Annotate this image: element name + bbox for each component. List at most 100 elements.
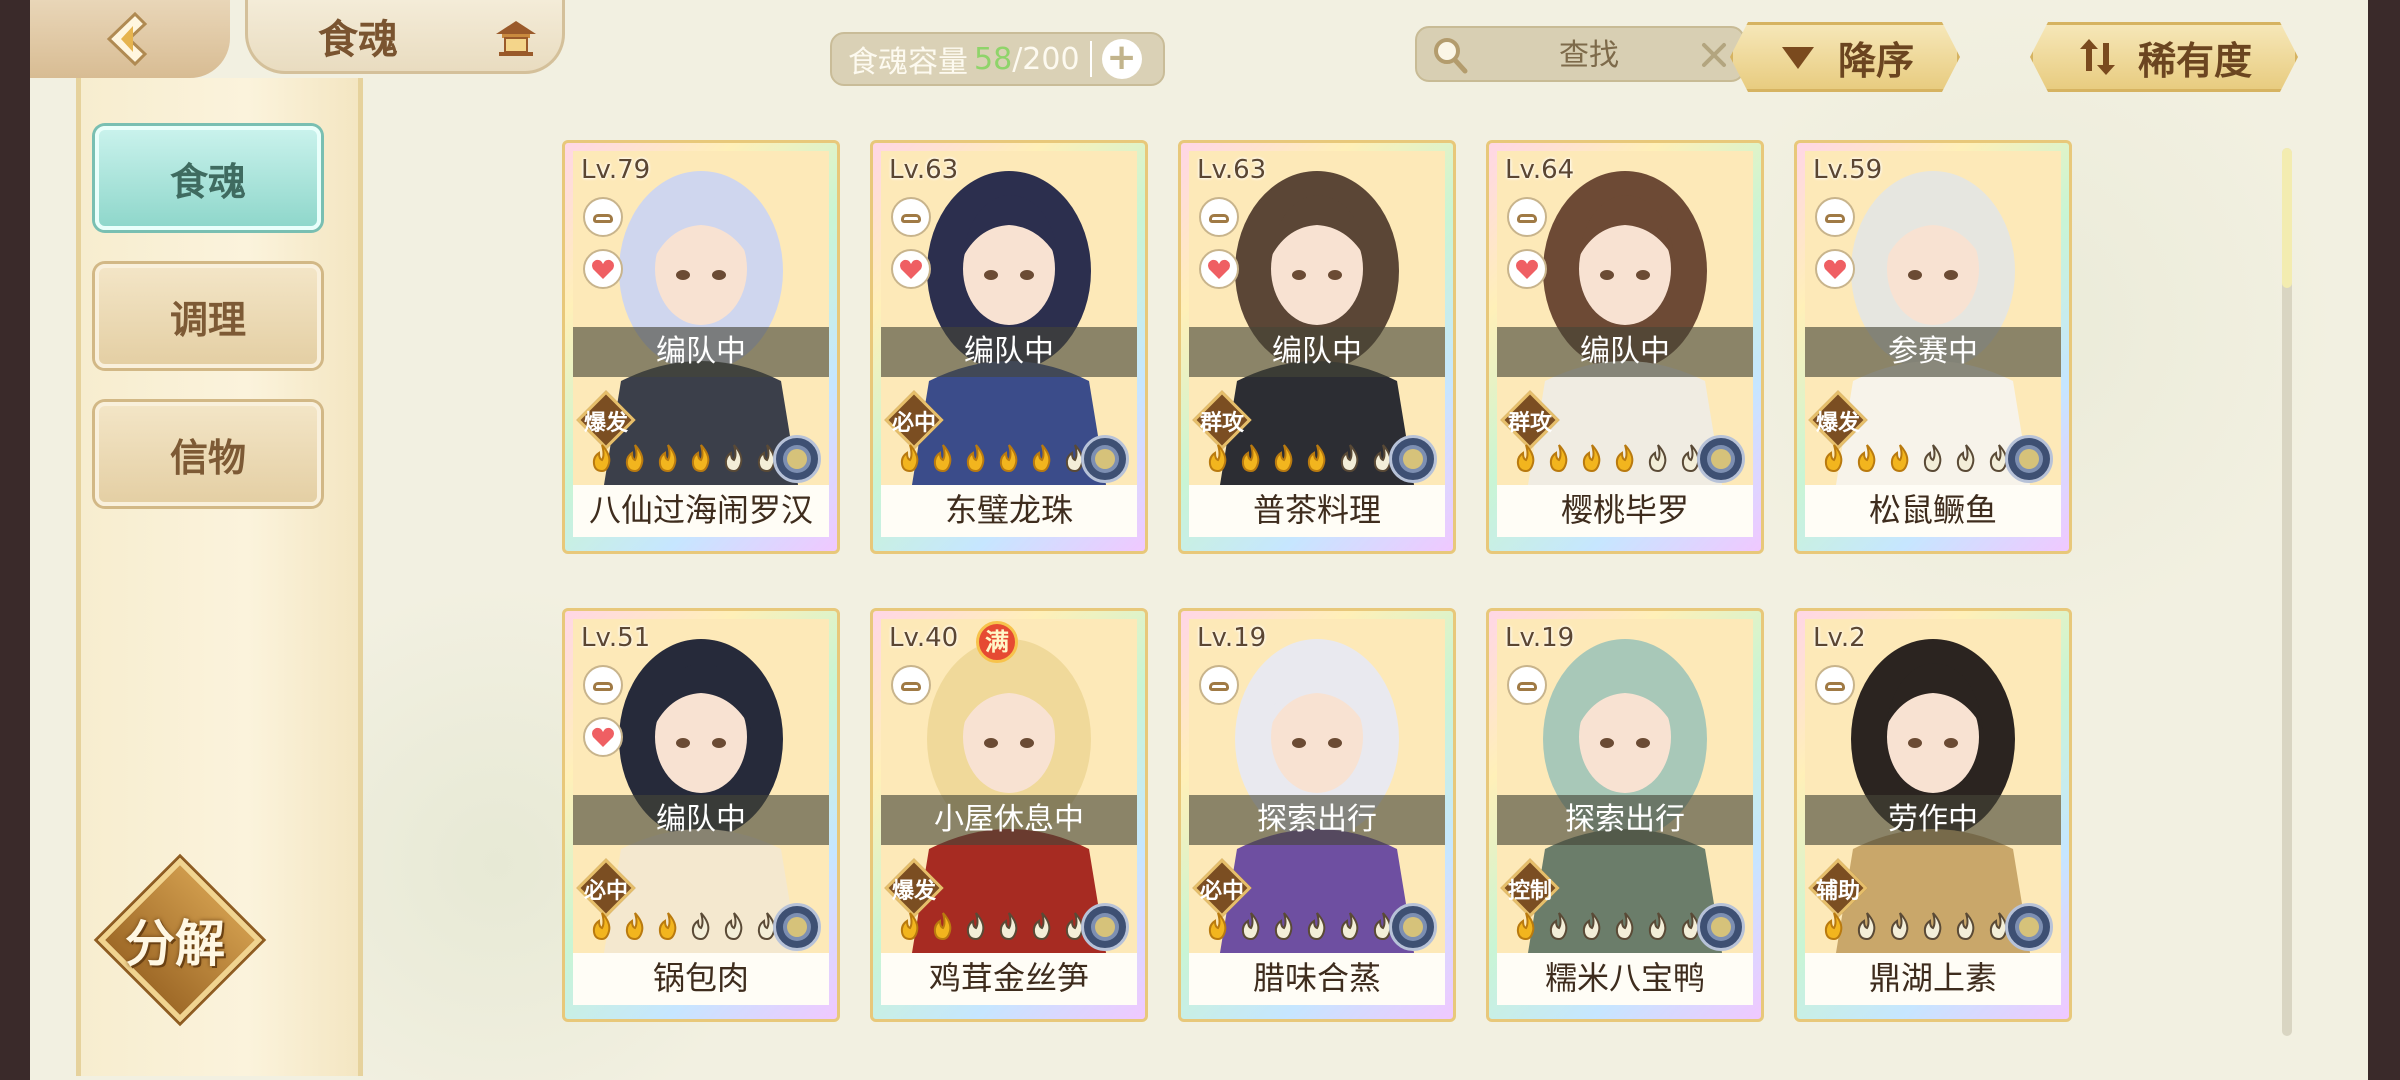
rarity-sort-button[interactable]: 稀有度 bbox=[2030, 22, 2298, 92]
game-screen: 食魂 食魂容量 58 /200 + 降序 bbox=[30, 0, 2368, 1080]
flame-star-empty-icon bbox=[1890, 912, 1909, 941]
card-name: 锅包肉 bbox=[573, 953, 829, 1005]
favorite-heart-icon[interactable] bbox=[1199, 249, 1239, 289]
role-tag-label: 爆发 bbox=[1815, 411, 1860, 436]
flame-star-lit-icon bbox=[900, 912, 919, 941]
star-flames bbox=[1819, 443, 2014, 473]
flame-star-empty-icon bbox=[1241, 912, 1260, 941]
food-soul-card[interactable]: Lv.64 编队中 群攻 樱桃毕罗 bbox=[1486, 140, 1764, 554]
element-emblem-icon bbox=[773, 903, 821, 951]
card-level: Lv.59 bbox=[1813, 155, 1883, 185]
lock-icon[interactable] bbox=[1507, 665, 1547, 705]
card-art: Lv.2 劳作中 辅助 bbox=[1805, 619, 2061, 959]
food-soul-card[interactable]: Lv.79 编队中 爆发 八仙过海闹罗汉 bbox=[562, 140, 840, 554]
star-flames bbox=[1819, 911, 2014, 941]
pavilion-icon[interactable] bbox=[494, 18, 538, 58]
role-tag-label: 群攻 bbox=[1199, 411, 1244, 436]
star-flames bbox=[587, 443, 782, 473]
flame-star-empty-icon bbox=[1956, 912, 1975, 941]
lock-icon[interactable] bbox=[1507, 197, 1547, 237]
card-art: Lv.40 小屋休息中 爆发 满 bbox=[881, 619, 1137, 959]
flame-star-lit-icon bbox=[1549, 444, 1568, 473]
element-emblem-icon bbox=[2005, 435, 2053, 483]
sort-down-icon bbox=[1776, 35, 1820, 79]
capacity-indicator: 食魂容量 58 /200 + bbox=[830, 32, 1165, 86]
favorite-heart-icon[interactable] bbox=[583, 717, 623, 757]
lock-icon[interactable] bbox=[891, 197, 931, 237]
grid-scrollbar[interactable] bbox=[2282, 148, 2292, 1036]
flame-star-empty-icon bbox=[966, 912, 985, 941]
search-input[interactable] bbox=[1487, 32, 1691, 78]
favorite-heart-icon[interactable] bbox=[1507, 249, 1547, 289]
food-soul-card[interactable]: Lv.40 小屋休息中 爆发 满 鸡茸金丝笋 bbox=[870, 608, 1148, 1022]
card-art: Lv.51 编队中 必中 bbox=[573, 619, 829, 959]
card-name: 普茶料理 bbox=[1189, 485, 1445, 537]
card-status: 小屋休息中 bbox=[881, 795, 1137, 845]
lock-icon[interactable] bbox=[1815, 665, 1855, 705]
card-name: 松鼠鳜鱼 bbox=[1805, 485, 2061, 537]
sidebar-item-food-souls[interactable]: 食魂 bbox=[95, 126, 321, 230]
favorite-heart-icon[interactable] bbox=[1815, 249, 1855, 289]
lock-icon[interactable] bbox=[1199, 665, 1239, 705]
role-tag: 辅助 bbox=[1808, 858, 1868, 918]
card-art: Lv.79 编队中 爆发 bbox=[573, 151, 829, 491]
flame-star-lit-icon bbox=[1824, 444, 1843, 473]
sidebar-item-tokens[interactable]: 信物 bbox=[95, 402, 321, 506]
flame-star-empty-icon bbox=[1582, 912, 1601, 941]
flame-star-lit-icon bbox=[1615, 444, 1634, 473]
sidebar-item-cooking[interactable]: 调理 bbox=[95, 264, 321, 368]
card-level: Lv.64 bbox=[1505, 155, 1575, 185]
lock-icon[interactable] bbox=[583, 197, 623, 237]
lock-icon[interactable] bbox=[583, 665, 623, 705]
food-soul-card[interactable]: Lv.63 编队中 群攻 普茶料理 bbox=[1178, 140, 1456, 554]
star-flames bbox=[895, 911, 1090, 941]
element-emblem-icon bbox=[1697, 903, 1745, 951]
card-art: Lv.19 探索出行 控制 bbox=[1497, 619, 1753, 959]
card-name: 八仙过海闹罗汉 bbox=[573, 485, 829, 537]
favorite-heart-icon[interactable] bbox=[891, 249, 931, 289]
decompose-label: 分解 bbox=[125, 914, 225, 973]
scrollbar-thumb[interactable] bbox=[2282, 148, 2292, 288]
sort-order-button[interactable]: 降序 bbox=[1730, 22, 1960, 92]
capacity-label: 食魂容量 bbox=[848, 45, 968, 80]
lock-icon[interactable] bbox=[891, 665, 931, 705]
favorite-heart-icon[interactable] bbox=[583, 249, 623, 289]
card-art: Lv.19 探索出行 必中 bbox=[1189, 619, 1445, 959]
flame-star-lit-icon bbox=[592, 444, 611, 473]
food-soul-card[interactable]: Lv.63 编队中 必中 东璧龙珠 bbox=[870, 140, 1148, 554]
food-soul-card[interactable]: Lv.19 探索出行 必中 腊味合蒸 bbox=[1178, 608, 1456, 1022]
food-soul-card[interactable]: Lv.2 劳作中 辅助 鼎湖上素 bbox=[1794, 608, 2072, 1022]
flame-star-empty-icon bbox=[1923, 912, 1942, 941]
clear-search-icon[interactable] bbox=[1699, 40, 1729, 70]
food-soul-card[interactable]: Lv.51 编队中 必中 锅包肉 bbox=[562, 608, 840, 1022]
flame-star-empty-icon bbox=[724, 912, 743, 941]
element-emblem-icon bbox=[2005, 903, 2053, 951]
role-tag-label: 群攻 bbox=[1507, 411, 1552, 436]
flame-star-empty-icon bbox=[691, 912, 710, 941]
lock-icon[interactable] bbox=[1199, 197, 1239, 237]
role-tag: 必中 bbox=[576, 858, 636, 918]
card-name: 糯米八宝鸭 bbox=[1497, 953, 1753, 1005]
search-box bbox=[1415, 26, 1745, 82]
page-title: 食魂 bbox=[318, 15, 398, 63]
flame-star-lit-icon bbox=[999, 444, 1018, 473]
food-soul-card[interactable]: Lv.19 探索出行 控制 糯米八宝鸭 bbox=[1486, 608, 1764, 1022]
element-emblem-icon bbox=[1081, 435, 1129, 483]
flame-star-lit-icon bbox=[933, 912, 952, 941]
card-level: Lv.79 bbox=[581, 155, 651, 185]
decompose-button[interactable]: 分解 bbox=[97, 857, 263, 1023]
flame-star-lit-icon bbox=[900, 444, 919, 473]
card-art: Lv.63 编队中 群攻 bbox=[1189, 151, 1445, 491]
sort-arrows-icon bbox=[2076, 35, 2120, 79]
flame-star-empty-icon bbox=[724, 444, 743, 473]
role-tag: 爆发 bbox=[884, 858, 944, 918]
flame-star-empty-icon bbox=[1923, 444, 1942, 473]
card-art: Lv.64 编队中 群攻 bbox=[1497, 151, 1753, 491]
back-button[interactable] bbox=[30, 0, 230, 78]
lock-icon[interactable] bbox=[1815, 197, 1855, 237]
food-soul-card[interactable]: Lv.59 参赛中 爆发 松鼠鳜鱼 bbox=[1794, 140, 2072, 554]
role-tag-label: 爆发 bbox=[891, 879, 936, 904]
add-capacity-button[interactable]: + bbox=[1101, 39, 1142, 79]
search-icon bbox=[1434, 38, 1468, 74]
sidebar-item-label: 食魂 bbox=[169, 158, 246, 204]
